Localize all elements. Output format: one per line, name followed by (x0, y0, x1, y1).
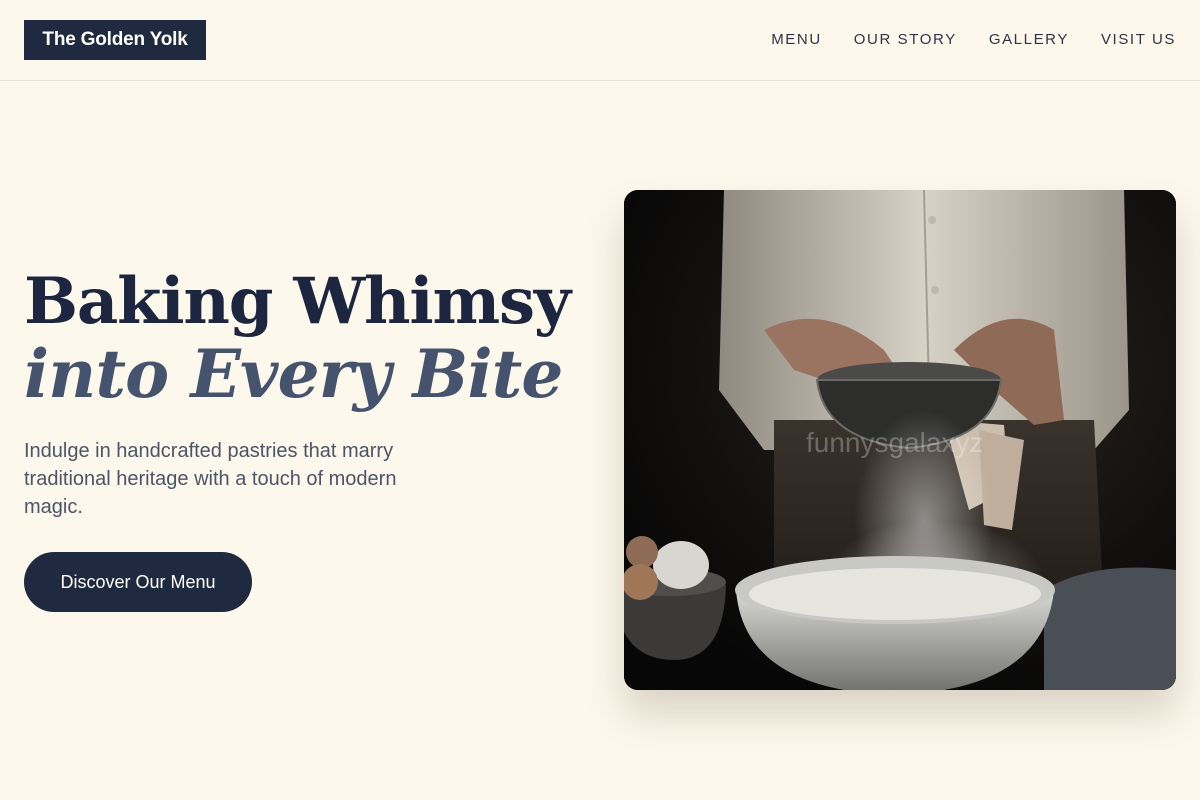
site-header: The Golden Yolk MENU OUR STORY GALLERY V… (0, 0, 1200, 81)
hero-title-line-1: Baking Whimsy (24, 264, 571, 339)
brand-logo[interactable]: The Golden Yolk (24, 20, 206, 60)
nav-item-visit-us[interactable]: VISIT US (1101, 28, 1176, 52)
nav-item-our-story[interactable]: OUR STORY (854, 28, 957, 52)
hero-headline: Baking Whimsy into Every Bite (24, 264, 584, 413)
nav-item-menu[interactable]: MENU (771, 28, 822, 52)
nav-item-gallery[interactable]: GALLERY (989, 28, 1069, 52)
main-nav: MENU OUR STORY GALLERY VISIT US (771, 28, 1176, 52)
hero-title-line-2: into Every Bite (24, 335, 563, 413)
discover-menu-button[interactable]: Discover Our Menu (24, 552, 252, 612)
baking-photo-illustration: funnysgalaxyz (624, 190, 1176, 690)
hero-subtitle: Indulge in handcrafted pastries that mar… (24, 440, 397, 518)
hero-image: funnysgalaxyz (624, 190, 1176, 690)
image-watermark: funnysgalaxyz (806, 427, 983, 458)
